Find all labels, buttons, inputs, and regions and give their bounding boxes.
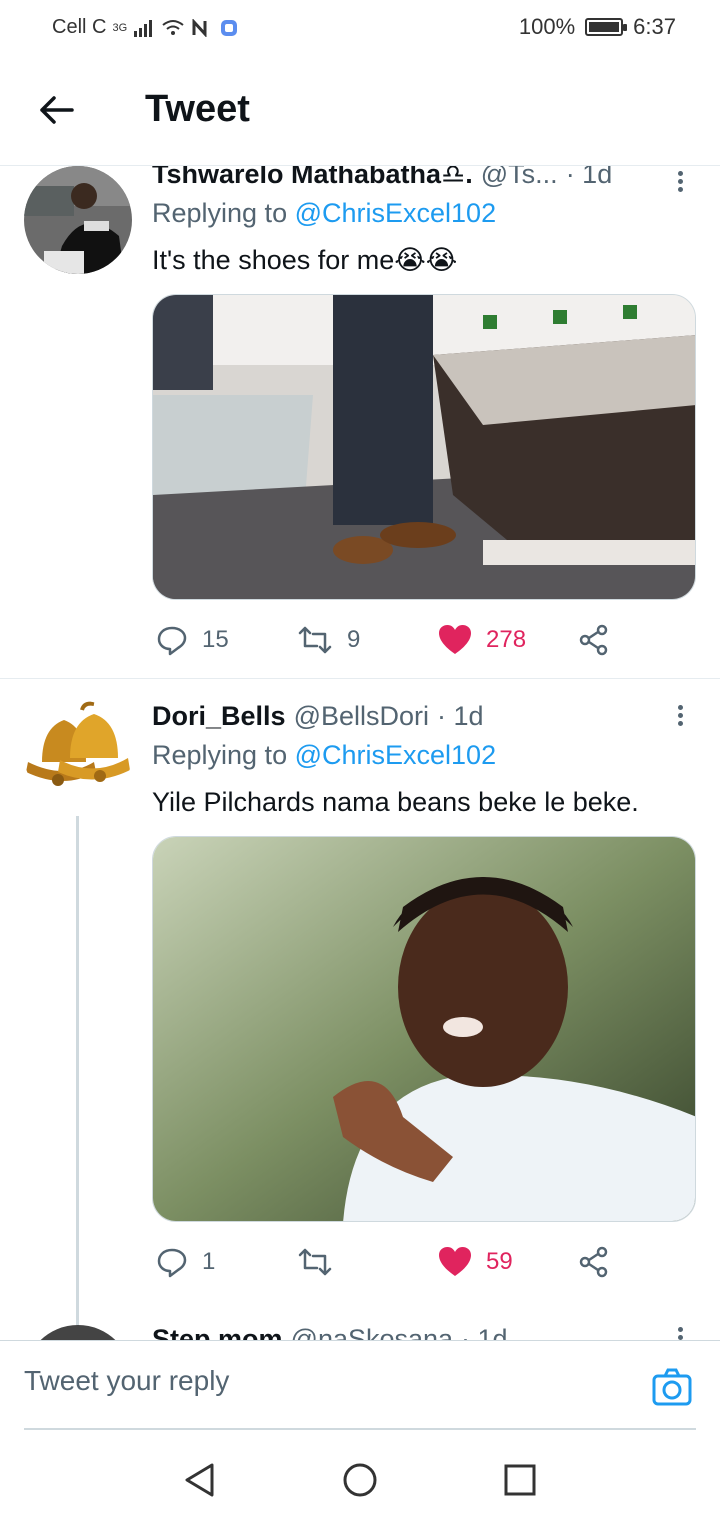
reply-count: 1: [202, 1248, 216, 1275]
tweet-feed[interactable]: Tshwarelo Mathabatha♎. @Ts... · 1d Reply…: [0, 166, 720, 1340]
retweet-button[interactable]: 9: [297, 620, 360, 660]
nav-home-icon[interactable]: [342, 1462, 378, 1498]
tweet-image[interactable]: [152, 294, 696, 600]
thread-line: [76, 816, 79, 1326]
reply-button[interactable]: 1: [156, 1242, 215, 1282]
handle[interactable]: @BellsDori: [294, 701, 429, 732]
avatar[interactable]: [24, 700, 132, 808]
back-arrow-icon[interactable]: [36, 90, 76, 130]
heart-icon: [439, 1247, 471, 1276]
share-icon: [579, 1246, 608, 1278]
divider: [0, 678, 720, 679]
retweet-button[interactable]: [297, 1242, 347, 1282]
display-name[interactable]: Tshwarelo Mathabatha♎.: [152, 166, 473, 190]
system-nav-bar: [0, 1430, 720, 1520]
timestamp: · 1d: [437, 700, 484, 731]
share-icon: [579, 624, 608, 656]
share-button[interactable]: [578, 620, 610, 660]
share-button[interactable]: [578, 1242, 610, 1282]
reply-icon: [157, 1248, 187, 1278]
more-icon[interactable]: [670, 168, 690, 198]
network-type: 3G: [112, 21, 128, 34]
reply-composer: Tweet your reply: [0, 1340, 720, 1430]
reply-icon: [157, 626, 187, 656]
reply-count: 15: [202, 626, 229, 653]
avatar[interactable]: [24, 1325, 132, 1340]
replying-to-label: Replying to: [152, 198, 288, 228]
reply-input[interactable]: Tweet your reply: [24, 1365, 229, 1397]
handle[interactable]: @Ts...: [481, 166, 558, 190]
clock: 6:37: [633, 14, 676, 39]
display-name[interactable]: Step mom: [152, 1324, 283, 1341]
more-icon[interactable]: [670, 1324, 690, 1340]
handle[interactable]: @naSkosana: [291, 1324, 454, 1341]
reply-button[interactable]: 15: [156, 620, 229, 660]
like-count: 59: [486, 1248, 513, 1275]
nav-recents-icon[interactable]: [502, 1462, 538, 1498]
replying-to: Replying to @ChrisExcel102: [152, 198, 697, 234]
more-icon[interactable]: [670, 702, 690, 732]
nfc-icon: [192, 18, 207, 37]
replying-to-label: Replying to: [152, 740, 288, 770]
nav-back-icon[interactable]: [182, 1462, 218, 1498]
tweet-text: It's the shoes for me😭😭: [152, 244, 458, 275]
timestamp: · 1d: [461, 1323, 508, 1341]
tweet-image[interactable]: [152, 836, 696, 1222]
wifi-icon: [162, 19, 184, 35]
tweet-header: Dori_Bells @BellsDori · 1d: [152, 698, 697, 734]
heart-icon: [439, 625, 471, 654]
timestamp: · 1d: [565, 166, 613, 189]
tweet-text: Yile Pilchards nama beans beke le beke.: [152, 786, 639, 817]
carrier-label: Cell C: [52, 16, 107, 38]
like-count: 278: [486, 626, 527, 653]
top-bar: Tweet: [0, 56, 720, 166]
tweet-actions: 15 9 278: [152, 620, 697, 670]
replying-to-handle[interactable]: @ChrisExcel102: [295, 740, 497, 770]
like-button[interactable]: 278: [438, 620, 526, 660]
avatar[interactable]: [24, 166, 132, 274]
tweet-actions: 1 59: [152, 1242, 697, 1292]
like-button[interactable]: 59: [438, 1242, 513, 1282]
retweet-icon: [298, 1248, 332, 1276]
battery-icon: [585, 18, 628, 36]
signal-icon: [134, 19, 153, 37]
retweet-count: 9: [347, 626, 361, 653]
status-bar: Cell C 3G 100% 6:37: [0, 0, 720, 56]
display-name[interactable]: Dori_Bells: [152, 701, 286, 732]
tweet-header: Tshwarelo Mathabatha♎. @Ts... · 1d: [152, 166, 697, 192]
page-title: Tweet: [145, 88, 250, 130]
replying-to-handle[interactable]: @ChrisExcel102: [295, 198, 497, 228]
replying-to: Replying to @ChrisExcel102: [152, 740, 697, 776]
tweet-header: Step mom @naSkosana · 1d: [152, 1321, 697, 1341]
camera-icon[interactable]: [652, 1367, 692, 1407]
shield-icon: [221, 19, 238, 36]
retweet-icon: [298, 626, 332, 654]
battery-percent: 100%: [518, 14, 576, 39]
